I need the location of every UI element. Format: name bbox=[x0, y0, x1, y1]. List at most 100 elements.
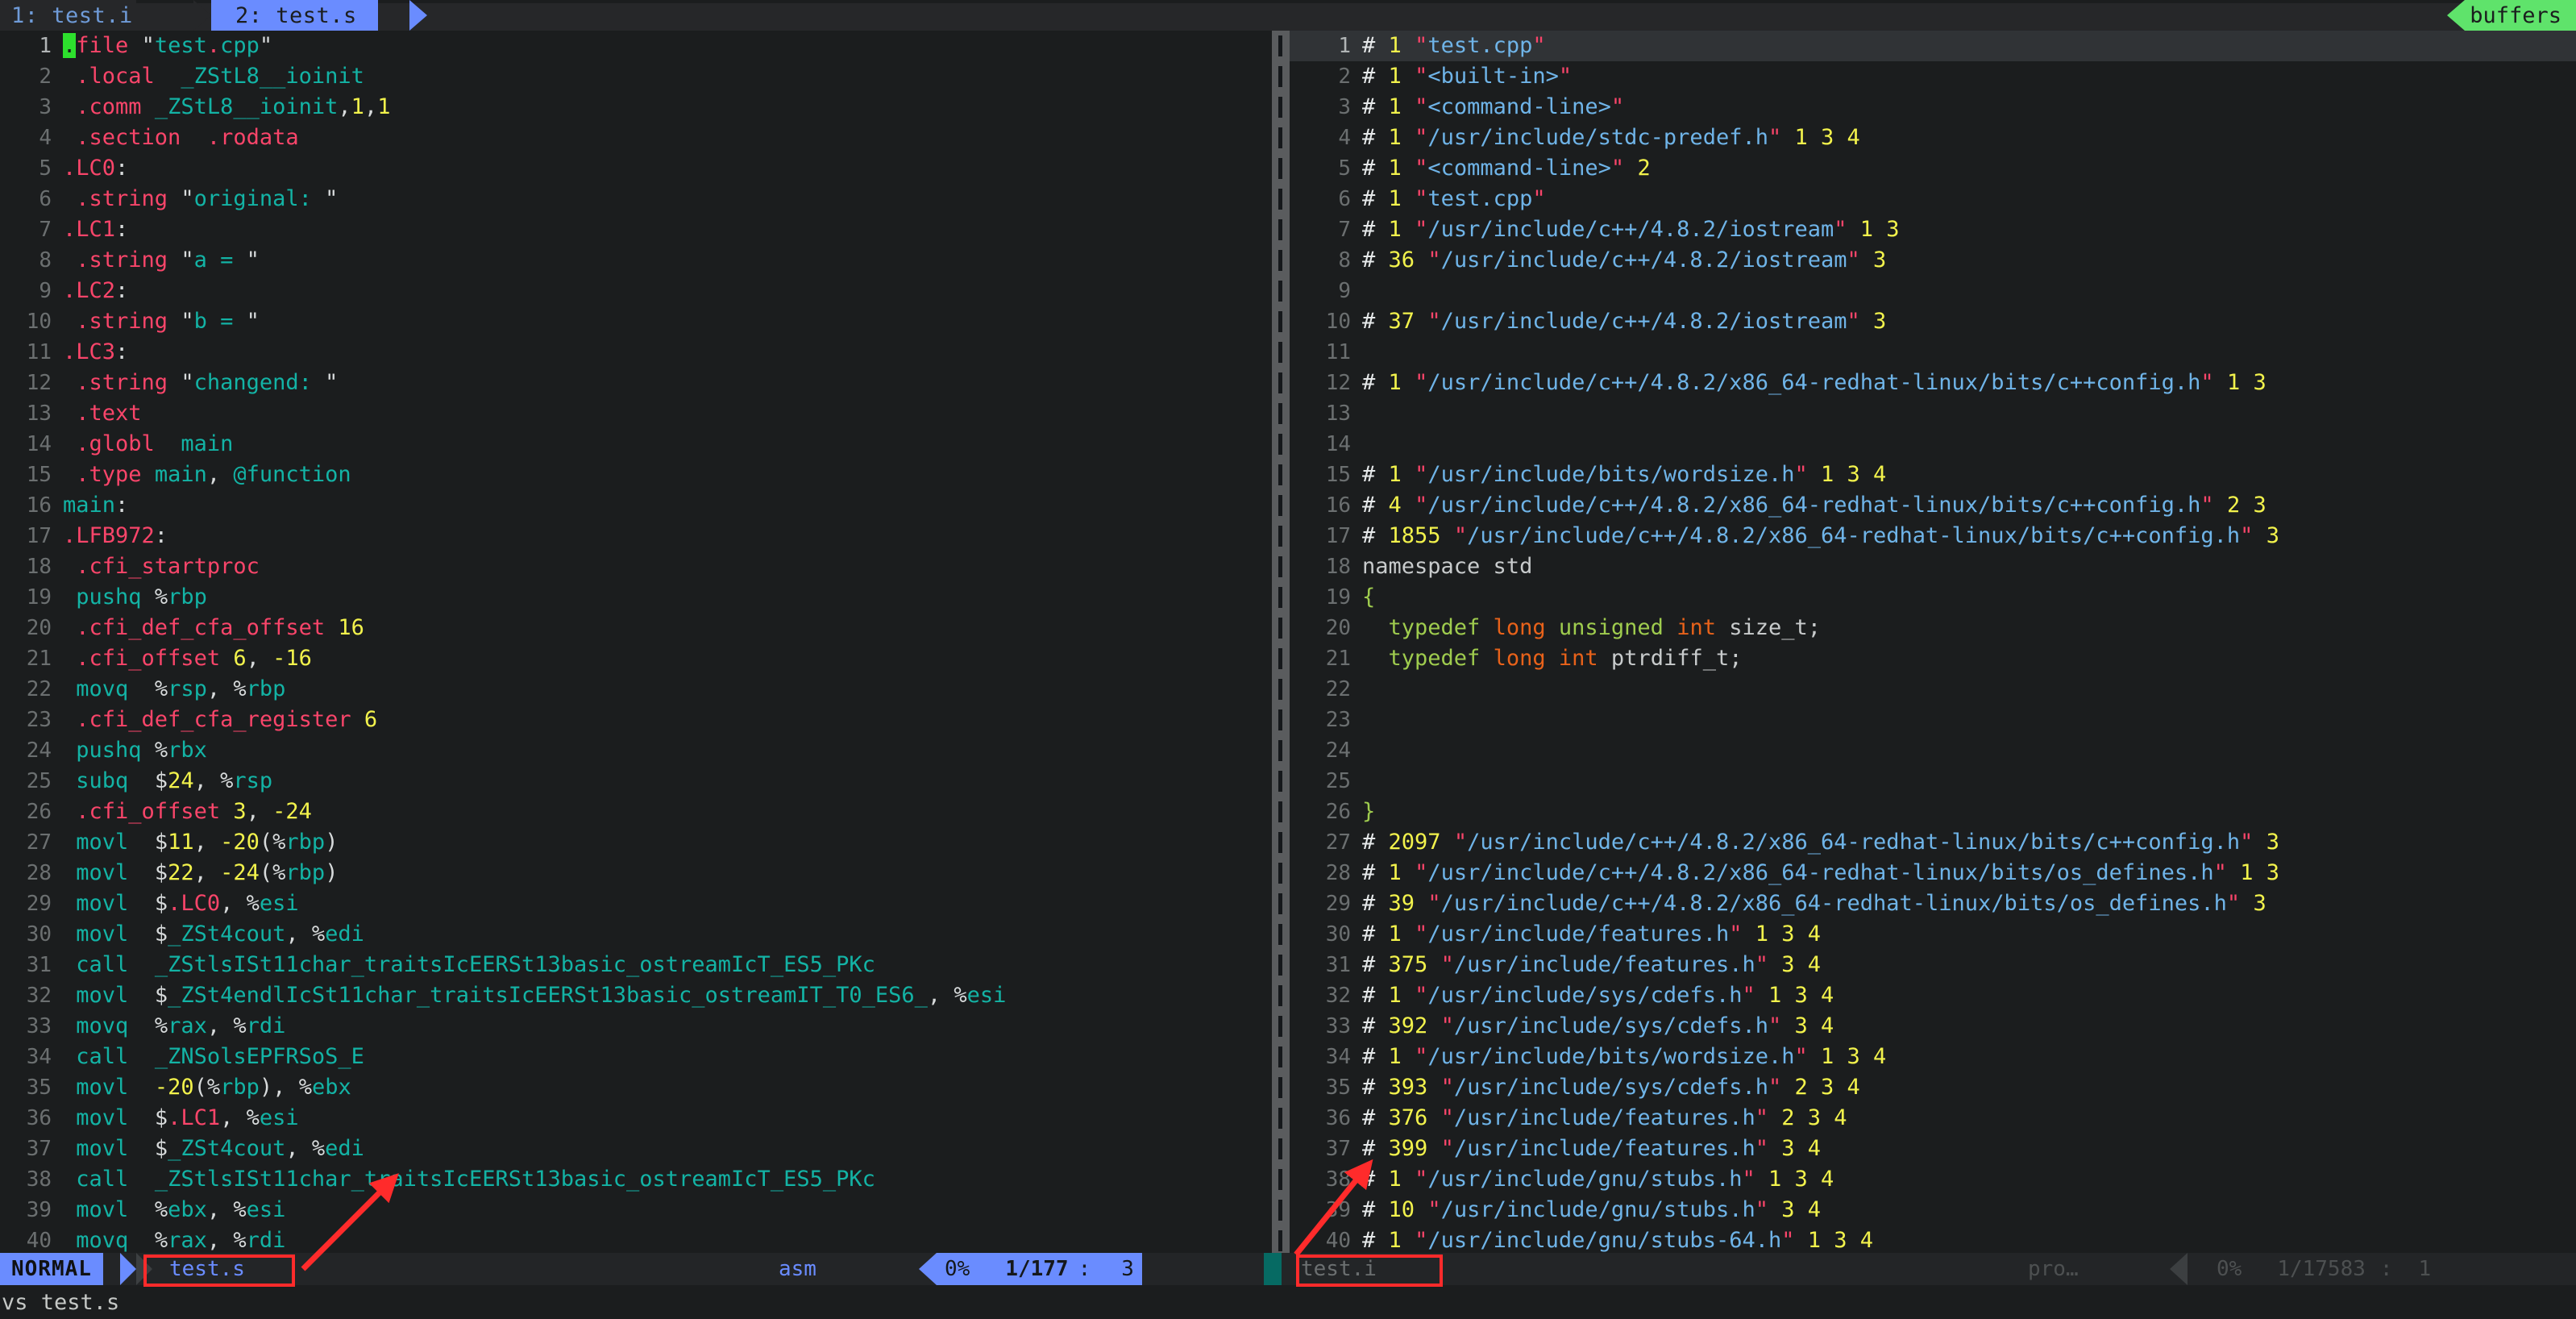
buffer-line[interactable]: 40 # 1 "/usr/include/gnu/stubs-64.h" 1 3 … bbox=[1290, 1225, 2576, 1253]
buffer-line[interactable]: 15 # 1 "/usr/include/bits/wordsize.h" 1 3… bbox=[1290, 460, 2576, 490]
buffer-line[interactable]: 23 .cfi_def_cfa_register 6 bbox=[0, 705, 1257, 735]
buffer-line[interactable]: 10 .string "b = " bbox=[0, 306, 1257, 337]
command-line[interactable]: vs test.s bbox=[0, 1287, 2576, 1319]
code-token: 3 4 bbox=[1794, 1013, 1834, 1038]
buffer-line[interactable]: 28 # 1 "/usr/include/c++/4.8.2/x86_64-red… bbox=[1290, 858, 2576, 888]
buffer-line[interactable]: 12 .string "changend: " bbox=[0, 368, 1257, 398]
buffer-line[interactable]: 2 # 1 "<built-in>" bbox=[1290, 61, 2576, 92]
buffer-line[interactable]: 34 call _ZNSolsEPFRSoS_E bbox=[0, 1042, 1257, 1072]
buffer-line[interactable]: 6 .string "original: " bbox=[0, 184, 1257, 214]
buffer-line[interactable]: 8 # 36 "/usr/include/c++/4.8.2/iostream" … bbox=[1290, 245, 2576, 276]
buffer-line[interactable]: 6 # 1 "test.cpp" bbox=[1290, 184, 2576, 214]
tab-test-s[interactable]: 2: test.s bbox=[211, 0, 378, 31]
buffer-line[interactable]: 14 .globl main bbox=[0, 429, 1257, 460]
buffer-line[interactable]: 11 .LC3: bbox=[0, 337, 1257, 368]
buffer-line[interactable]: 4 # 1 "/usr/include/stdc-predef.h" 1 3 4 bbox=[1290, 123, 2576, 153]
buffer-line[interactable]: 1 .file "test.cpp" bbox=[0, 31, 1257, 61]
buffer-line[interactable]: 38 # 1 "/usr/include/gnu/stubs.h" 1 3 4 bbox=[1290, 1164, 2576, 1195]
buffer-line[interactable]: 24 pushq %rbx bbox=[0, 735, 1257, 766]
buffer-line[interactable]: 20 .cfi_def_cfa_offset 16 bbox=[0, 613, 1257, 643]
buffer-line[interactable]: 30 movl $_ZSt4cout, %edi bbox=[0, 919, 1257, 950]
buffer-line[interactable]: 2 .local _ZStL8__ioinit bbox=[0, 61, 1257, 92]
line-number: 26 bbox=[1325, 800, 1351, 824]
buffer-line[interactable]: 19 pushq %rbp bbox=[0, 582, 1257, 613]
buffer-line[interactable]: 11 bbox=[1290, 337, 2576, 368]
buffer-line[interactable]: 3 .comm _ZStL8__ioinit,1,1 bbox=[0, 92, 1257, 123]
buffer-line[interactable]: 21 typedef long int ptrdiff_t; bbox=[1290, 643, 2576, 674]
buffer-line[interactable]: 37 # 399 "/usr/include/features.h" 3 4 bbox=[1290, 1134, 2576, 1164]
buffer-line[interactable]: 17 # 1855 "/usr/include/c++/4.8.2/x86_64-… bbox=[1290, 521, 2576, 551]
buffer-line[interactable]: 5 # 1 "<command-line>" 2 bbox=[1290, 153, 2576, 184]
buffer-line[interactable]: 1 # 1 "test.cpp" bbox=[1290, 31, 2576, 61]
buffer-line[interactable]: 32 movl $_ZSt4endlIcSt11char_traitsIcEER… bbox=[0, 980, 1257, 1011]
buffer-line[interactable]: 13 .text bbox=[0, 398, 1257, 429]
code-token: /usr/include/bits/wordsize.h bbox=[1427, 1044, 1795, 1069]
buffer-line[interactable]: 27 # 2097 "/usr/include/c++/4.8.2/x86_64-… bbox=[1290, 827, 2576, 858]
code-token: 1 bbox=[1388, 217, 1402, 242]
buffer-line[interactable]: 14 bbox=[1290, 429, 2576, 460]
line-number: 25 bbox=[1325, 769, 1351, 793]
buffer-line[interactable]: 7 # 1 "/usr/include/c++/4.8.2/iostream" 1… bbox=[1290, 214, 2576, 245]
buffer-line[interactable]: 17 .LFB972: bbox=[0, 521, 1257, 551]
buffer-line[interactable]: 7 .LC1: bbox=[0, 214, 1257, 245]
code-token: .LC0 bbox=[168, 891, 221, 916]
pane-test-i[interactable]: 1 # 1 "test.cpp" 2 # 1 "<built-in>" 3 # 1 "<c… bbox=[1290, 31, 2576, 1253]
buffer-line[interactable]: 18 namespace std bbox=[1290, 551, 2576, 582]
buffer-line[interactable]: 5 .LC0: bbox=[0, 153, 1257, 184]
buffer-line[interactable]: 15 .type main, @function bbox=[0, 460, 1257, 490]
buffer-line[interactable]: 16 # 4 "/usr/include/c++/4.8.2/x86_64-red… bbox=[1290, 490, 2576, 521]
buffer-line[interactable]: 33 movq %rax, %rdi bbox=[0, 1011, 1257, 1042]
buffer-line[interactable]: 29 # 39 "/usr/include/c++/4.8.2/x86_64-re… bbox=[1290, 888, 2576, 919]
buffer-line[interactable]: 28 movl $22, -24(%rbp) bbox=[0, 858, 1257, 888]
buffer-line[interactable]: 23 bbox=[1290, 705, 2576, 735]
buffer-line[interactable]: 9 bbox=[1290, 276, 2576, 306]
buffer-line[interactable]: 34 # 1 "/usr/include/bits/wordsize.h" 1 3… bbox=[1290, 1042, 2576, 1072]
buffer-line[interactable]: 4 .section .rodata bbox=[0, 123, 1257, 153]
buffer-line[interactable]: 13 bbox=[1290, 398, 2576, 429]
buffer-line[interactable]: 40 movq %rax, %rdi bbox=[0, 1225, 1257, 1253]
code-token: % bbox=[154, 738, 168, 763]
buffer-line[interactable]: 22 movq %rsp, %rbp bbox=[0, 674, 1257, 705]
buffer-line[interactable]: 25 subq $24, %rsp bbox=[0, 766, 1257, 797]
buffer-line[interactable]: 31 call _ZStlsISt11char_traitsIcEERSt13b… bbox=[0, 950, 1257, 980]
buffer-line[interactable]: 36 # 376 "/usr/include/features.h" 2 3 4 bbox=[1290, 1103, 2576, 1134]
buffer-line[interactable]: 29 movl $.LC0, %esi bbox=[0, 888, 1257, 919]
buffer-line[interactable]: 10 # 37 "/usr/include/c++/4.8.2/iostream"… bbox=[1290, 306, 2576, 337]
scrollbar-dash bbox=[1278, 281, 1282, 302]
pane-separator-scrollbar[interactable] bbox=[1272, 31, 1290, 1253]
buffer-line[interactable]: 25 bbox=[1290, 766, 2576, 797]
line-text: # 36 "/usr/include/c++/4.8.2/iostream" 3 bbox=[1362, 245, 2576, 276]
buffer-line[interactable]: 39 movl %ebx, %esi bbox=[0, 1195, 1257, 1225]
buffer-line[interactable]: 31 # 375 "/usr/include/features.h" 3 4 bbox=[1290, 950, 2576, 980]
buffer-line[interactable]: 8 .string "a = " bbox=[0, 245, 1257, 276]
buffer-line[interactable]: 38 call _ZStlsISt11char_traitsIcEERSt13b… bbox=[0, 1164, 1257, 1195]
buffer-line[interactable]: 27 movl $11, -20(%rbp) bbox=[0, 827, 1257, 858]
tab-test-i[interactable]: 1: test.i bbox=[0, 0, 136, 31]
buffer-line[interactable]: 30 # 1 "/usr/include/features.h" 1 3 4 bbox=[1290, 919, 2576, 950]
buffer-line[interactable]: 19 { bbox=[1290, 582, 2576, 613]
pane-test-s[interactable]: 1 .file "test.cpp" 2 .local _ZStL8__ioinit… bbox=[0, 31, 1257, 1253]
buffer-line[interactable]: 32 # 1 "/usr/include/sys/cdefs.h" 1 3 4 bbox=[1290, 980, 2576, 1011]
buffer-line[interactable]: 22 bbox=[1290, 674, 2576, 705]
buffer-line[interactable]: 18 .cfi_startproc bbox=[0, 551, 1257, 582]
buffer-line[interactable]: 9 .LC2: bbox=[0, 276, 1257, 306]
buffer-line[interactable]: 12 # 1 "/usr/include/c++/4.8.2/x86_64-red… bbox=[1290, 368, 2576, 398]
buffer-line[interactable]: 26 .cfi_offset 3, -24 bbox=[0, 797, 1257, 827]
buffer-line[interactable]: 21 .cfi_offset 6, -16 bbox=[0, 643, 1257, 674]
buffer-line[interactable]: 35 # 393 "/usr/include/sys/cdefs.h" 2 3 4 bbox=[1290, 1072, 2576, 1103]
buffer-line[interactable]: 20 typedef long unsigned int size_t; bbox=[1290, 613, 2576, 643]
buffer-line[interactable]: 36 movl $.LC1, %esi bbox=[0, 1103, 1257, 1134]
code-token: 1 bbox=[1388, 1228, 1402, 1253]
buffer-line[interactable]: 26} bbox=[1290, 797, 2576, 827]
buffer-line[interactable]: 37 movl $_ZSt4cout, %edi bbox=[0, 1134, 1257, 1164]
buffer-line[interactable]: 39 # 10 "/usr/include/gnu/stubs.h" 3 4 bbox=[1290, 1195, 2576, 1225]
buffer-line[interactable]: 35 movl -20(%rbp), %ebx bbox=[0, 1072, 1257, 1103]
line-number: 29 bbox=[26, 892, 52, 916]
buffers-indicator[interactable]: buffers bbox=[2447, 0, 2576, 31]
buffer-line[interactable]: 3 # 1 "<command-line>" bbox=[1290, 92, 2576, 123]
buffer-line[interactable]: 33 # 392 "/usr/include/sys/cdefs.h" 3 4 bbox=[1290, 1011, 2576, 1042]
buffer-line[interactable]: 24 bbox=[1290, 735, 2576, 766]
buffer-line[interactable]: 16 main: bbox=[0, 490, 1257, 521]
